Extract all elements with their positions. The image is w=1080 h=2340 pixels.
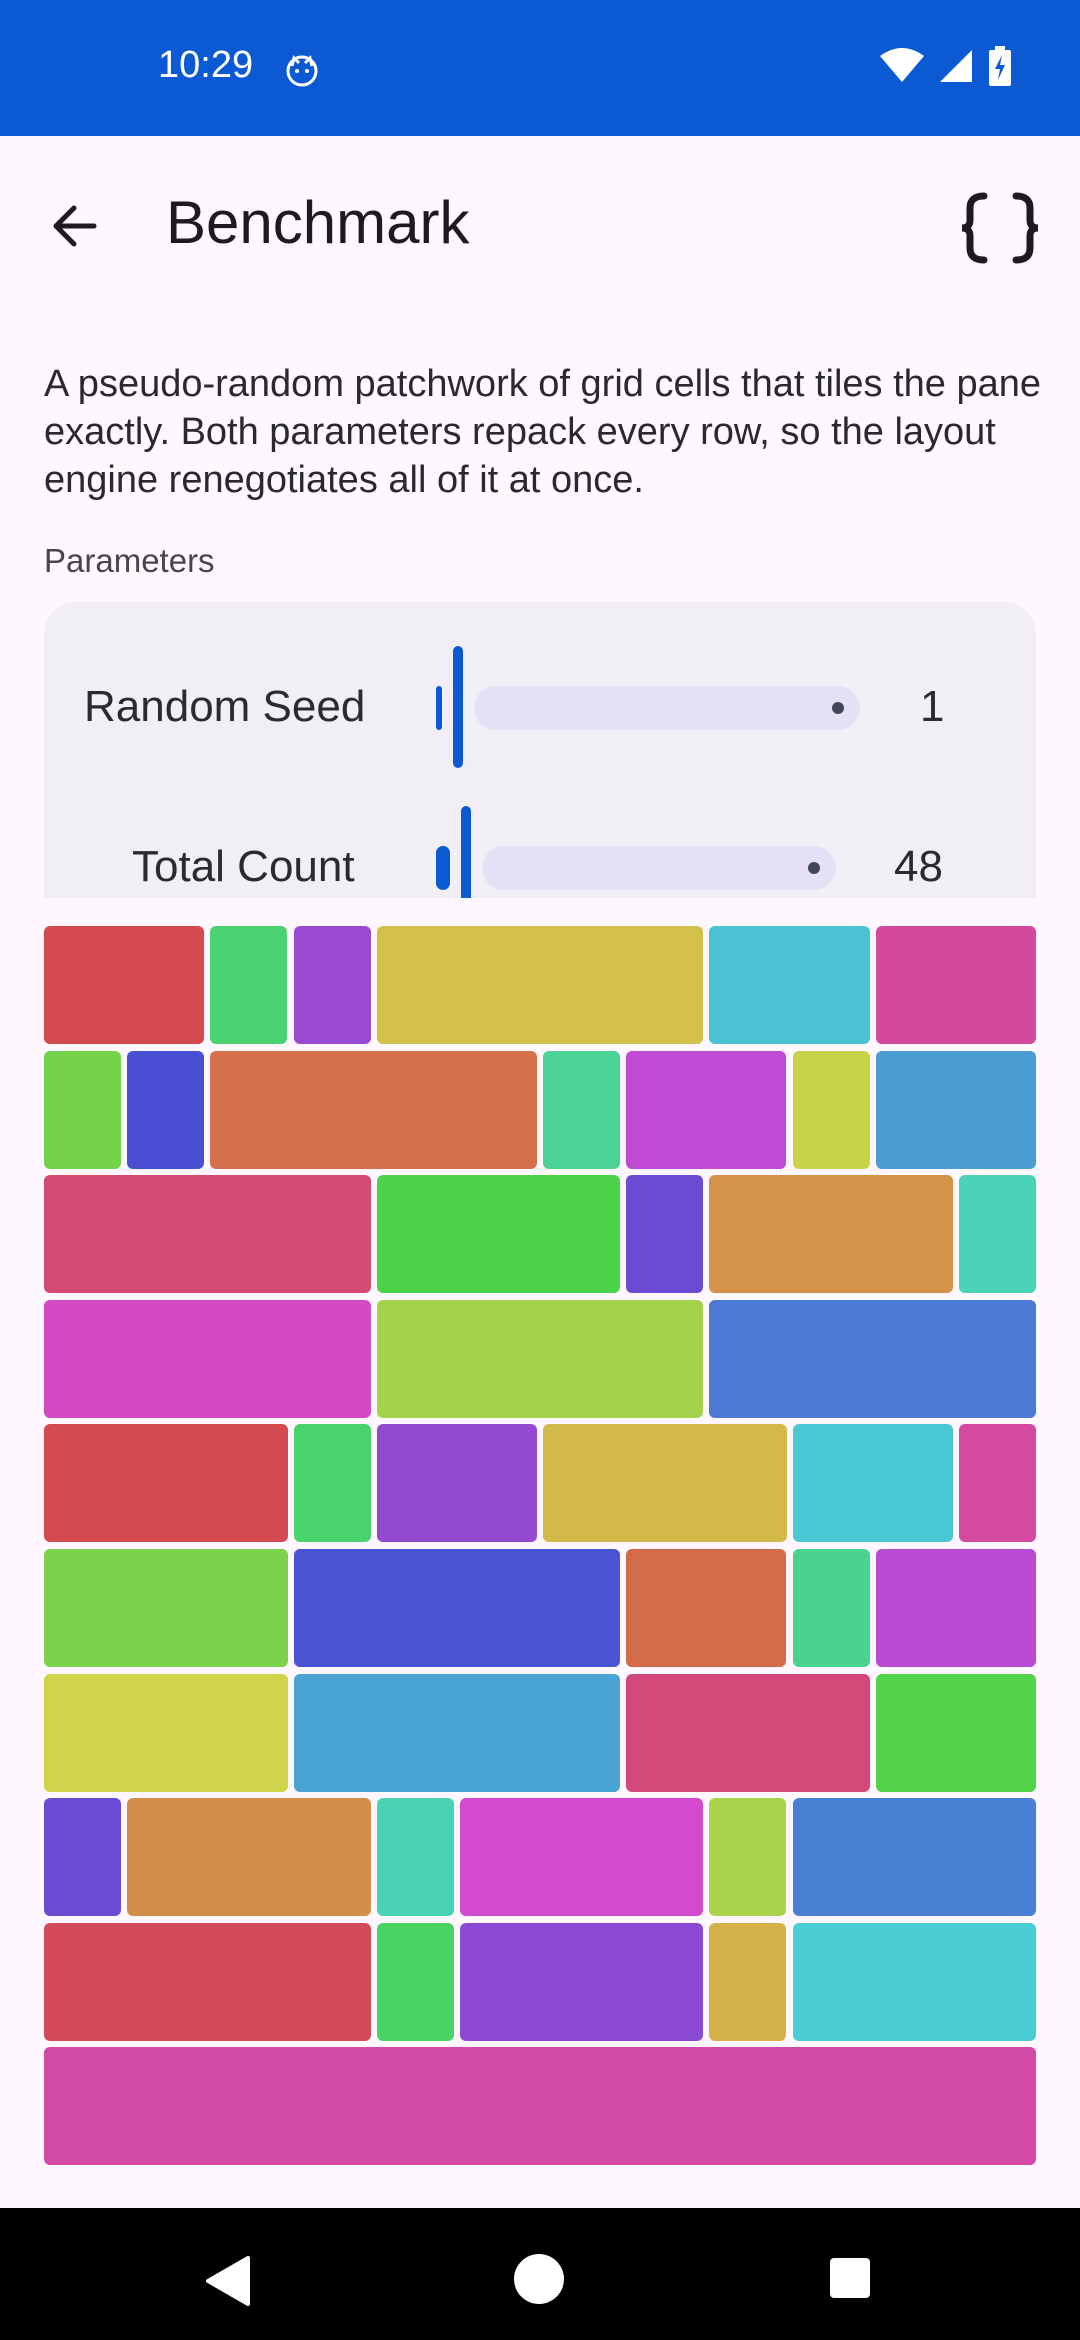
grid-cell <box>44 926 205 1044</box>
parameters-card: Random Seed 1 Total Count 48 <box>44 602 1036 898</box>
battery-charging-icon <box>988 46 1012 91</box>
code-braces-icon <box>961 192 1039 264</box>
parameters-label: Parameters <box>44 542 215 579</box>
grid-cell <box>709 926 870 1044</box>
random-seed-track[interactable] <box>474 686 860 730</box>
grid-cell <box>44 1922 371 2041</box>
grid-cell <box>210 926 288 1044</box>
random-seed-thumb[interactable] <box>453 646 463 768</box>
grid-cell <box>293 1424 371 1543</box>
grid-cell <box>709 1175 953 1294</box>
grid-cell <box>44 1299 371 1418</box>
grid-cell <box>709 1798 787 1917</box>
grid-cell <box>44 1175 371 1294</box>
grid-cell <box>44 1424 288 1543</box>
signal-icon <box>938 48 974 89</box>
back-button[interactable] <box>44 192 112 260</box>
grid-cell <box>709 1299 1036 1418</box>
status-time: 10:29 <box>158 44 254 86</box>
grid-cell <box>293 1549 621 1667</box>
random-seed-active-track <box>436 686 442 730</box>
grid-cell <box>127 1798 371 1917</box>
grid-cell <box>44 2047 1036 2166</box>
track-stop-dot <box>832 702 844 714</box>
grid-cell <box>543 1424 787 1543</box>
grid-cell <box>792 1798 1036 1917</box>
random-seed-label: Random Seed <box>84 682 366 731</box>
notification-cat-icon <box>284 52 320 93</box>
grid-cell <box>792 1050 870 1169</box>
total-count-value: 48 <box>894 842 943 891</box>
grid-cell <box>293 1673 621 1792</box>
grid-cell <box>709 1922 787 2041</box>
grid-cell <box>626 1175 704 1294</box>
nav-home-icon[interactable] <box>514 2254 564 2304</box>
grid-cell <box>210 1050 537 1169</box>
system-nav-bar <box>0 2208 1080 2340</box>
code-view-button[interactable] <box>958 190 1042 266</box>
grid-cell <box>293 926 371 1044</box>
benchmark-description: A pseudo-random patchwork of grid cells … <box>44 363 1042 501</box>
grid-cell <box>875 926 1036 1044</box>
grid-cell <box>792 1549 870 1667</box>
random-seed-value: 1 <box>920 682 945 731</box>
top-app-bar: Benchmark <box>0 136 1080 316</box>
grid-cell <box>44 1549 288 1667</box>
grid-cell <box>44 1798 122 1917</box>
page-title: Benchmark <box>166 189 470 256</box>
total-count-active-track <box>436 846 450 890</box>
nav-back-icon[interactable] <box>204 2256 252 2311</box>
grid-cell <box>792 1424 953 1543</box>
grid-cell <box>958 1175 1036 1294</box>
grid-cell <box>626 1673 870 1792</box>
grid-cell <box>626 1549 787 1667</box>
total-count-track[interactable] <box>482 846 836 890</box>
grid-cell <box>626 1050 787 1169</box>
grid-cell <box>127 1050 205 1169</box>
grid-cell <box>875 1050 1036 1169</box>
wifi-icon <box>880 48 924 89</box>
grid-cell <box>376 1424 537 1543</box>
grid-cell <box>792 1922 1036 2041</box>
arrow-back-icon <box>53 205 97 247</box>
grid-cell <box>376 1175 621 1294</box>
grid-cell <box>459 1922 704 2041</box>
grid-cell <box>44 1050 122 1169</box>
total-count-label: Total Count <box>132 842 355 891</box>
grid-cell <box>376 1299 704 1418</box>
track-stop-dot <box>808 862 820 874</box>
grid-cell <box>543 1050 621 1169</box>
grid-cell <box>376 1798 454 1917</box>
nav-recents-icon[interactable] <box>830 2258 870 2298</box>
grid-cell <box>376 926 704 1044</box>
grid-cell <box>376 1922 454 2041</box>
grid-cell <box>875 1673 1036 1792</box>
grid-cell <box>44 1673 288 1792</box>
total-count-thumb[interactable] <box>461 806 471 898</box>
grid-cell <box>459 1798 704 1917</box>
grid-cell <box>875 1549 1036 1667</box>
grid-cell <box>958 1424 1036 1543</box>
status-bar: 10:29 <box>0 0 1080 136</box>
